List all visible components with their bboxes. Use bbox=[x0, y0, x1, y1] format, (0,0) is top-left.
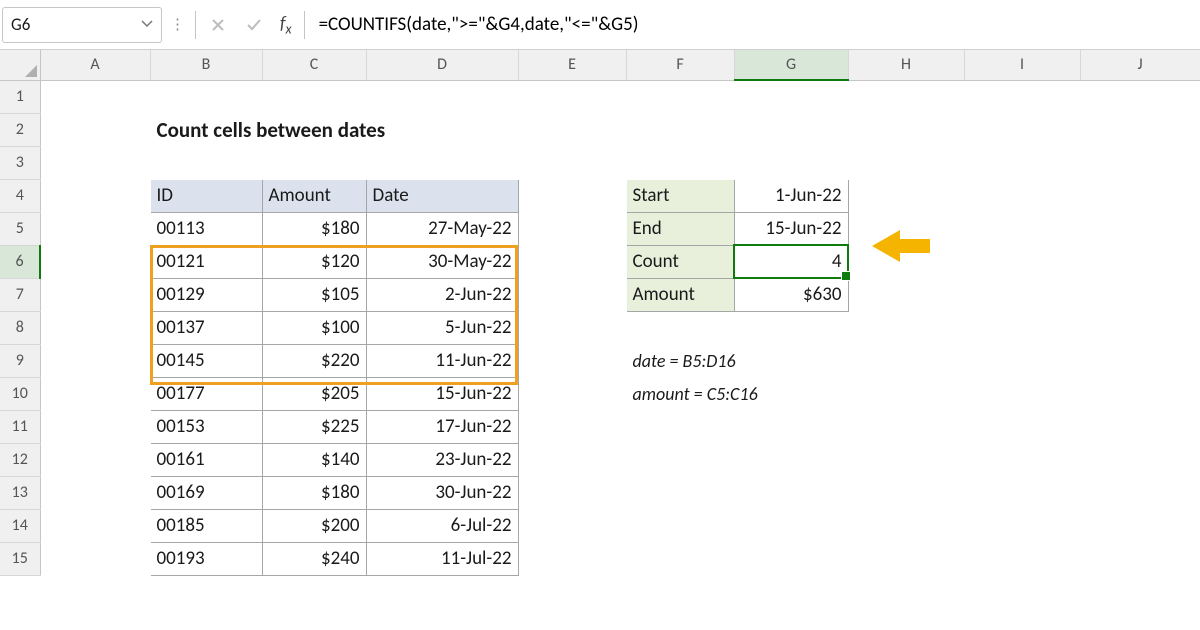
table-row[interactable]: 00153 bbox=[150, 410, 262, 443]
table-row[interactable]: $220 bbox=[262, 344, 366, 377]
arrow-icon bbox=[872, 230, 930, 262]
table-row[interactable]: 00169 bbox=[150, 476, 262, 509]
name-box[interactable]: G6 bbox=[2, 7, 162, 43]
col-header-C[interactable]: C bbox=[262, 50, 366, 80]
divider bbox=[304, 11, 305, 39]
table-row[interactable]: $240 bbox=[262, 542, 366, 575]
formula-bar: G6 ⋮ fx bbox=[0, 0, 1200, 50]
summary-end-value[interactable]: 15-Jun-22 bbox=[734, 212, 848, 245]
name-box-value: G6 bbox=[11, 14, 30, 35]
col-header-G[interactable]: G bbox=[734, 50, 848, 80]
summary-amount-label[interactable]: Amount bbox=[626, 278, 734, 311]
table-row[interactable]: 00185 bbox=[150, 509, 262, 542]
table-row[interactable]: 00137 bbox=[150, 311, 262, 344]
table-row[interactable]: 30-May-22 bbox=[366, 245, 518, 278]
table-row[interactable]: $100 bbox=[262, 311, 366, 344]
row-header-2[interactable]: 2 bbox=[0, 113, 40, 146]
table-row[interactable]: 6-Jul-22 bbox=[366, 509, 518, 542]
table-row[interactable]: 00113 bbox=[150, 212, 262, 245]
select-all-corner[interactable] bbox=[0, 50, 40, 80]
row-header-10[interactable]: 10 bbox=[0, 377, 40, 410]
row-header-7[interactable]: 7 bbox=[0, 278, 40, 311]
summary-count-value[interactable]: 4 bbox=[734, 245, 848, 278]
table-row[interactable]: $105 bbox=[262, 278, 366, 311]
row-header-9[interactable]: 9 bbox=[0, 344, 40, 377]
table-row[interactable]: $120 bbox=[262, 245, 366, 278]
table-row[interactable]: $140 bbox=[262, 443, 366, 476]
table-row[interactable]: $180 bbox=[262, 212, 366, 245]
table-row[interactable]: 27-May-22 bbox=[366, 212, 518, 245]
row-header-3[interactable]: 3 bbox=[0, 146, 40, 179]
row-header-15[interactable]: 15 bbox=[0, 542, 40, 575]
row-header-5[interactable]: 5 bbox=[0, 212, 40, 245]
summary-amount-value[interactable]: $630 bbox=[734, 278, 848, 311]
table-row[interactable]: 00121 bbox=[150, 245, 262, 278]
divider bbox=[195, 11, 196, 39]
page-title: Count cells between dates bbox=[157, 117, 386, 143]
note-amount-range: amount = C5:C16 bbox=[626, 377, 964, 410]
note-date-range: date = B5:D16 bbox=[626, 344, 964, 377]
table-row[interactable]: 00177 bbox=[150, 377, 262, 410]
table-row[interactable]: 11-Jun-22 bbox=[366, 344, 518, 377]
table-row[interactable]: 23-Jun-22 bbox=[366, 443, 518, 476]
table-row[interactable]: $180 bbox=[262, 476, 366, 509]
summary-end-label[interactable]: End bbox=[626, 212, 734, 245]
table-row[interactable]: 2-Jun-22 bbox=[366, 278, 518, 311]
table-row[interactable]: 11-Jul-22 bbox=[366, 542, 518, 575]
row-header-6[interactable]: 6 bbox=[0, 245, 40, 278]
col-header-F[interactable]: F bbox=[626, 50, 734, 80]
table-header-id[interactable]: ID bbox=[150, 179, 262, 212]
table-row[interactable]: 30-Jun-22 bbox=[366, 476, 518, 509]
row-header-13[interactable]: 13 bbox=[0, 476, 40, 509]
col-header-D[interactable]: D bbox=[366, 50, 518, 80]
table-row[interactable]: $205 bbox=[262, 377, 366, 410]
row-header-14[interactable]: 14 bbox=[0, 509, 40, 542]
table-row[interactable]: 5-Jun-22 bbox=[366, 311, 518, 344]
row-header-8[interactable]: 8 bbox=[0, 311, 40, 344]
insert-function-button[interactable]: fx bbox=[274, 12, 298, 38]
table-row[interactable]: 17-Jun-22 bbox=[366, 410, 518, 443]
col-header-E[interactable]: E bbox=[518, 50, 626, 80]
table-row[interactable]: 00145 bbox=[150, 344, 262, 377]
col-header-A[interactable]: A bbox=[40, 50, 150, 80]
row-header-11[interactable]: 11 bbox=[0, 410, 40, 443]
table-row[interactable]: 15-Jun-22 bbox=[366, 377, 518, 410]
table-row[interactable]: $225 bbox=[262, 410, 366, 443]
col-header-B[interactable]: B bbox=[150, 50, 262, 80]
row-header-12[interactable]: 12 bbox=[0, 443, 40, 476]
table-header-date[interactable]: Date bbox=[366, 179, 518, 212]
formula-input[interactable] bbox=[311, 7, 1198, 43]
col-header-J[interactable]: J bbox=[1080, 50, 1200, 80]
table-header-amount[interactable]: Amount bbox=[262, 179, 366, 212]
cancel-formula-button[interactable] bbox=[202, 7, 234, 43]
table-row[interactable]: 00193 bbox=[150, 542, 262, 575]
summary-count-label[interactable]: Count bbox=[626, 245, 734, 278]
enter-formula-button[interactable] bbox=[238, 7, 270, 43]
table-row[interactable]: 00161 bbox=[150, 443, 262, 476]
row-header-4[interactable]: 4 bbox=[0, 179, 40, 212]
col-header-H[interactable]: H bbox=[848, 50, 964, 80]
table-row[interactable]: $200 bbox=[262, 509, 366, 542]
summary-start-value[interactable]: 1-Jun-22 bbox=[734, 179, 848, 212]
row-header-1[interactable]: 1 bbox=[0, 80, 40, 113]
sheet-table: A B C D E F G H I J 1 2 Count cells betw… bbox=[0, 50, 1200, 576]
table-row[interactable]: 00129 bbox=[150, 278, 262, 311]
summary-start-label[interactable]: Start bbox=[626, 179, 734, 212]
separator-dots-icon: ⋮ bbox=[166, 15, 189, 34]
col-header-I[interactable]: I bbox=[964, 50, 1080, 80]
chevron-down-icon[interactable] bbox=[141, 14, 153, 35]
spreadsheet-grid: A B C D E F G H I J 1 2 Count cells betw… bbox=[0, 50, 1200, 576]
